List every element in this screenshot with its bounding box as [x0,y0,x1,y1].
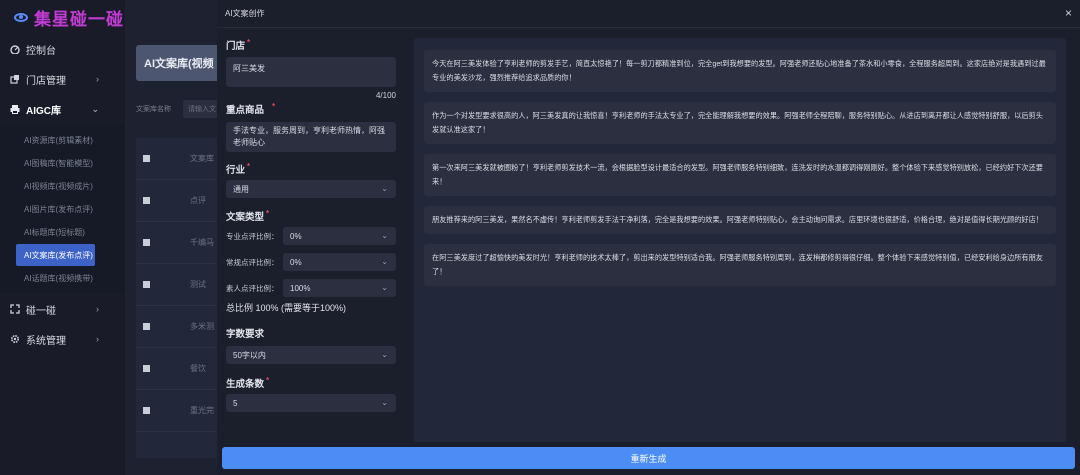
table-row[interactable]: 测试 [136,264,221,306]
generated-results: 今天在阿三美发体验了亨利老师的剪发手艺，简直太惊艳了！每一剪刀都精准到位，完全g… [414,38,1066,442]
chevron-down-icon: ⌄ [381,184,388,193]
product-input[interactable]: 手法专业，服务周到，亨利老师热情，阿强老师贴心 [226,122,396,152]
row-checkbox[interactable] [143,407,150,414]
sidebar-item-dashboard[interactable]: 控制台 [0,34,125,64]
ratio-row-amateur: 素人点评比例： 100% ⌄ [226,279,396,297]
eye-logo-icon [14,12,28,22]
row-checkbox[interactable] [143,239,150,246]
sidebar-item-label: AIGC库 [26,105,61,117]
chevron-right-icon: › [96,304,99,314]
close-icon[interactable]: × [1065,6,1072,20]
gen-count-label: 生成条数 * [226,376,270,390]
gen-count-select[interactable]: 5 ⌄ [226,394,396,412]
app-root: 集星碰一碰 控制台 门店管理 › AIGC库 ⌄ AI资源库(剪辑素材) AI图… [0,0,1080,475]
table-row[interactable]: 千编马 [136,222,221,264]
sidebar-subitem-images[interactable]: AI图片库(发布点评) [16,198,95,220]
sidebar-item-label: 控制台 [26,45,56,57]
chevron-down-icon: ⌄ [381,231,388,240]
row-checkbox[interactable] [143,365,150,372]
store-label: 门店 * [226,38,251,52]
copy-library-table: 文案库 点评 千编马 测试 多米测 餐饮 重光完 [136,138,221,458]
sidebar-item-system[interactable]: 系统管理 › [0,324,125,354]
gear-icon [10,334,20,344]
sidebar-subitem-copywriting[interactable]: AI文案库(发布点评) [16,244,95,266]
logo[interactable]: 集星碰一碰 [0,0,125,34]
aigc-submenu: AI资源库(剪辑素材) AI图稿库(智能模型) AI视频库(视频成片) AI图片… [0,124,125,294]
chevron-right-icon: › [96,334,99,344]
row-checkbox[interactable] [143,197,150,204]
regenerate-button[interactable]: 重新生成 [222,447,1075,469]
row-checkbox[interactable] [143,323,150,330]
chevron-down-icon: ⌄ [381,398,388,407]
copy-type-label: 文案类型 * [226,209,270,223]
sidebar-item-label: 碰一碰 [26,305,56,317]
ratio-row-professional: 专业点评比例： 0% ⌄ [226,227,396,245]
professional-ratio-select[interactable]: 0% ⌄ [283,227,396,245]
sidebar-item-aigc[interactable]: AIGC库 ⌄ [0,94,125,124]
filter-label: 文案库名称 [136,106,171,113]
select-all-checkbox[interactable] [143,155,150,162]
drawer-title: AI文案创作 [217,0,1080,28]
store-input[interactable]: 阿三美发 [226,57,396,87]
sidebar-item-label: 门店管理 [26,75,66,87]
product-label: 重点商品 * [226,102,276,116]
table-header: 文案库 [136,138,221,180]
store-icon [10,75,19,84]
expand-icon [10,304,20,314]
chevron-down-icon: ⌄ [381,257,388,266]
industry-label: 行业 * [226,162,251,176]
printer-icon [10,105,20,114]
chevron-down-icon: ⌄ [381,283,388,292]
generation-form: 门店 * 阿三美发 4/100 重点商品 * 手法专业，服务周到，亨利老师热情，阿强… [226,38,396,412]
filter-input[interactable]: 请输入文 [183,100,219,118]
sidebar-item-stores[interactable]: 门店管理 › [0,64,125,94]
sidebar-subitem-videos[interactable]: AI视频库(视频成片) [16,175,95,197]
table-row[interactable]: 重光完 [136,390,221,432]
ratio-row-regular: 常规点评比例： 0% ⌄ [226,253,396,271]
chevron-down-icon: ⌄ [381,350,388,359]
sidebar-subitem-titles[interactable]: AI标题库(短标题) [16,221,95,243]
row-checkbox[interactable] [143,281,150,288]
logo-text: 集星碰一碰 [34,9,124,29]
page-title: AI文案库(视频 [136,45,226,81]
word-limit-label: 字数要求 [226,329,265,340]
regular-ratio-select[interactable]: 0% ⌄ [283,253,396,271]
sidebar-subitem-resources[interactable]: AI资源库(剪辑素材) [16,129,95,151]
chevron-right-icon: › [96,74,99,84]
table-row[interactable]: 餐饮 [136,348,221,390]
result-card[interactable]: 在阿三美发度过了超愉快的美发时光！亨利老师的技术太棒了，剪出来的发型特别适合我。… [424,244,1056,286]
sidebar: 集星碰一碰 控制台 门店管理 › AIGC库 ⌄ AI资源库(剪辑素材) AI图… [0,0,125,475]
table-row[interactable]: 多米测 [136,306,221,348]
result-card[interactable]: 第一次来阿三美发就被圈粉了！亨利老师剪发技术一流，会根据脸型设计最适合的发型。阿… [424,154,1056,196]
sidebar-subitem-topics[interactable]: AI话题库(视频携带) [16,267,95,289]
dashboard-icon [10,45,20,54]
table-row[interactable]: 点评 [136,180,221,222]
result-card[interactable]: 朋友推荐来的阿三美发，果然名不虚传！亨利老师剪发手法干净利落，完全是我想要的效果… [424,206,1056,234]
ai-copywriting-drawer: AI文案创作 × 门店 * 阿三美发 4/100 重点商品 * 手法专业，服务周到，… [217,0,1080,475]
industry-select[interactable]: 通用 ⌄ [226,180,396,198]
ratio-total: 总比例 100% (需要等于100%) [226,303,347,313]
result-card[interactable]: 作为一个对发型要求很高的人，阿三美发真的让我惊喜！亨利老师的手法太专业了，完全能… [424,102,1056,144]
chevron-down-icon: ⌄ [91,103,99,114]
sidebar-item-label: 系统管理 [26,335,66,347]
amateur-ratio-select[interactable]: 100% ⌄ [283,279,396,297]
sidebar-item-tap[interactable]: 碰一碰 › [0,294,125,324]
sidebar-subitem-models[interactable]: AI图稿库(智能模型) [16,152,95,174]
word-limit-select[interactable]: 50字以内 ⌄ [226,346,396,364]
store-char-count: 4/100 [375,91,396,100]
result-card[interactable]: 今天在阿三美发体验了亨利老师的剪发手艺，简直太惊艳了！每一剪刀都精准到位，完全g… [424,50,1056,92]
